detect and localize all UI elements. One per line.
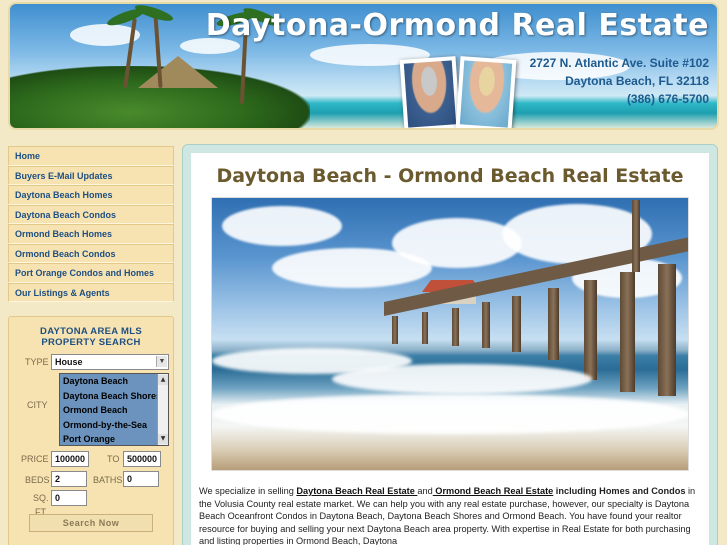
city-list-scrollbar[interactable]: ▲ ▼ [157, 374, 168, 445]
sidebar-nav: Home Buyers E-Mail Updates Daytona Beach… [8, 146, 174, 302]
nav-item-ormond-beach-homes[interactable]: Ormond Beach Homes [8, 224, 174, 244]
nav-item-daytona-beach-homes[interactable]: Daytona Beach Homes [8, 185, 174, 205]
search-now-button[interactable]: Search Now [29, 514, 153, 532]
city-listbox[interactable]: Daytona Beach Daytona Beach Shores Ormon… [59, 373, 169, 446]
price-to-label: TO [107, 454, 120, 464]
city-option[interactable]: Daytona Beach [60, 374, 168, 389]
agent-photo [455, 56, 517, 128]
city-option[interactable]: Port Orange [60, 432, 168, 445]
nav-item-buyers-email-updates[interactable]: Buyers E-Mail Updates [8, 165, 174, 185]
pier-piling [392, 316, 398, 344]
wave-foam [212, 394, 688, 434]
nav-item-ormond-beach-condos[interactable]: Ormond Beach Condos [8, 243, 174, 263]
city-option[interactable]: Ormond Beach [60, 403, 168, 418]
pier-piling [584, 280, 597, 380]
cloud-decoration [392, 218, 522, 268]
office-address: 2727 N. Atlantic Ave. Suite #102 [529, 56, 709, 70]
type-label: TYPE [25, 357, 49, 367]
pier-piling [512, 296, 521, 352]
pier-piling [482, 302, 490, 348]
chevron-down-icon: ▼ [156, 356, 167, 367]
cloud-decoration [222, 206, 342, 246]
scroll-up-icon[interactable]: ▲ [158, 375, 168, 385]
office-city-state: Daytona Beach, FL 32118 [565, 74, 709, 88]
type-select-value: House [55, 357, 83, 367]
page-title: Daytona Beach - Ormond Beach Real Estate [216, 165, 684, 187]
pier-piling [548, 288, 559, 360]
intro-paragraph: We specialize in selling Daytona Beach R… [199, 485, 703, 545]
main-content: Daytona Beach - Ormond Beach Real Estate [191, 153, 709, 545]
pier-piling [422, 312, 428, 344]
baths-label: BATHS [93, 475, 123, 485]
type-select[interactable]: House ▼ [51, 354, 169, 370]
pier-piling [658, 264, 676, 396]
pier-hero-image [211, 197, 689, 471]
site-title: Daytona-Ormond Real Estate [205, 8, 709, 43]
city-option[interactable]: Daytona Beach Shores [60, 389, 168, 404]
beds-label: BEDS [25, 475, 50, 485]
pier-piling [620, 272, 635, 392]
mls-search-panel: DAYTONA AREA MLS PROPERTY SEARCH TYPE Ho… [8, 316, 174, 545]
city-option[interactable]: Ormond-by-the-Sea [60, 418, 168, 433]
price-min-input[interactable]: 100000 [51, 451, 89, 467]
pier-piling [452, 308, 459, 346]
scroll-down-icon[interactable]: ▼ [158, 434, 168, 444]
price-label: PRICE [21, 454, 49, 464]
beds-input[interactable]: 2 [51, 471, 87, 487]
mls-search-title: DAYTONA AREA MLS PROPERTY SEARCH [9, 326, 173, 348]
mls-title-line1: DAYTONA AREA MLS [40, 326, 142, 337]
nav-item-home[interactable]: Home [8, 146, 174, 166]
pier-lamp-post [632, 200, 640, 272]
intro-text: We specialize in selling [199, 486, 297, 496]
nav-item-daytona-beach-condos[interactable]: Daytona Beach Condos [8, 204, 174, 224]
intro-bold-text: including Homes and Condos [553, 486, 686, 496]
nav-item-port-orange[interactable]: Port Orange Condos and Homes [8, 263, 174, 283]
baths-input[interactable]: 0 [123, 471, 159, 487]
nav-item-listings-agents[interactable]: Our Listings & Agents [8, 282, 174, 302]
agent-photo [399, 56, 461, 128]
mls-title-line2: PROPERTY SEARCH [41, 337, 141, 348]
ormond-real-estate-link[interactable]: Ormond Beach Real Estate [433, 486, 553, 496]
sqft-input[interactable]: 0 [51, 490, 87, 506]
wave-foam [332, 364, 592, 394]
office-phone: (386) 676-5700 [626, 92, 709, 106]
main-content-frame: Daytona Beach - Ormond Beach Real Estate [182, 144, 718, 545]
sqft-label: SQ. [33, 493, 49, 503]
daytona-real-estate-link[interactable]: Daytona Beach Real Estate [296, 486, 417, 496]
price-max-input[interactable]: 500000 [123, 451, 161, 467]
intro-text: and [417, 486, 433, 496]
site-header-banner: Daytona-Ormond Real Estate 2727 N. Atlan… [8, 2, 719, 130]
city-label: CITY [27, 400, 48, 410]
